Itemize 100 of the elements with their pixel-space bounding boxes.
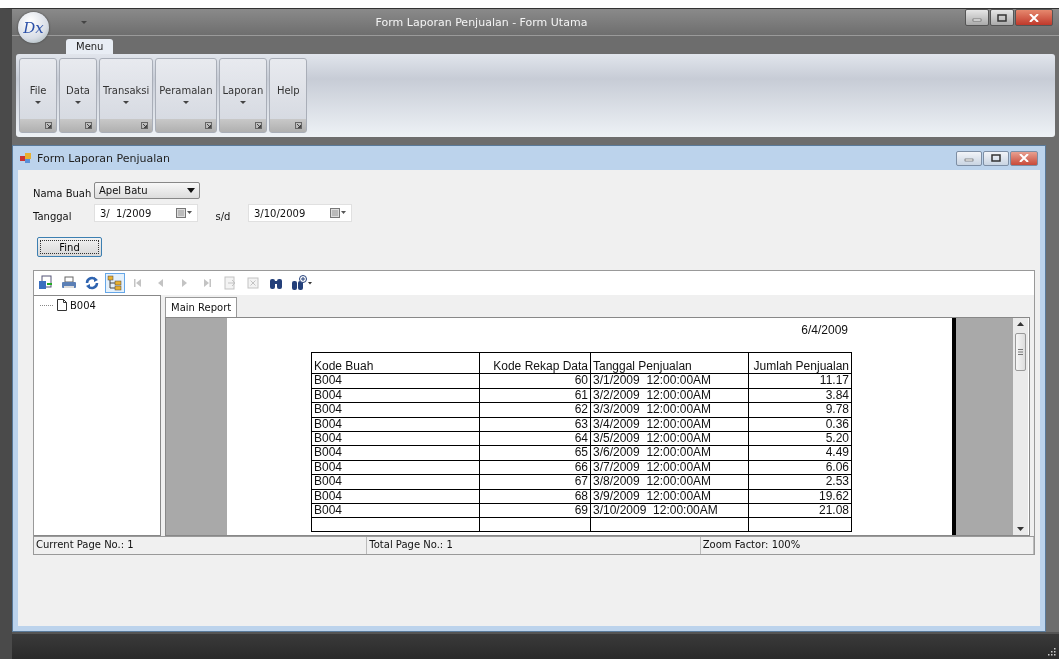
dropdown-arrow-icon — [187, 187, 195, 193]
find-button[interactable]: Find — [37, 237, 102, 257]
quick-access-caret-icon[interactable] — [80, 19, 88, 25]
table-cell: 21.08 — [748, 503, 852, 518]
dialog-launcher-icon[interactable] — [204, 122, 212, 129]
ribbon-group-label: Data — [66, 85, 90, 96]
group-tree-button[interactable] — [105, 273, 125, 293]
app-logo[interactable]: Dx — [18, 12, 49, 43]
scroll-up-icon[interactable] — [1017, 322, 1024, 326]
maximize-button[interactable] — [990, 9, 1014, 26]
ribbon-group[interactable]: Peramalan — [155, 58, 217, 133]
tree-line — [40, 303, 54, 307]
status-text: Current Page No.: 1 — [34, 537, 368, 554]
table-cell: 0.36 — [748, 417, 852, 432]
table-cell: 6.06 — [748, 460, 852, 475]
ribbon-group[interactable]: Data — [59, 58, 97, 133]
table-cell: B004 — [311, 431, 480, 446]
zoom-button[interactable] — [289, 273, 315, 293]
close-icon — [1029, 13, 1039, 22]
table-cell: 3/6/2009 12:00:00AM — [590, 445, 749, 461]
table-cell: 62 — [479, 402, 591, 418]
table-cell: 3/4/2009 12:00:00AM — [590, 417, 749, 432]
maximize-icon — [991, 154, 1001, 162]
table-cell: 66 — [479, 460, 591, 475]
table-cell: 3/5/2009 12:00:00AM — [590, 431, 749, 446]
child-window-title: Form Laporan Penjualan — [37, 151, 172, 165]
table-cell: 3.84 — [748, 388, 852, 403]
tree-item[interactable]: B004 — [70, 299, 96, 311]
zoom-icon — [291, 275, 313, 291]
dialog-launcher-icon[interactable] — [45, 122, 52, 129]
table-cell: 65 — [479, 445, 591, 461]
close-button[interactable] — [1010, 150, 1038, 166]
vertical-scrollbar[interactable] — [1013, 318, 1028, 535]
table-cell: B004 — [311, 489, 480, 504]
report-tab[interactable]: Main Report — [165, 297, 238, 317]
table-cell: 5.20 — [748, 431, 852, 446]
table-cell: 9.78 — [748, 402, 852, 418]
scroll-down-icon[interactable] — [1017, 527, 1024, 531]
column-header: Kode Rekap Data — [479, 352, 591, 374]
date-picker[interactable]: 3/ 1/2009 — [94, 204, 198, 222]
ribbon-tab[interactable]: Menu — [66, 39, 114, 54]
table-cell: B004 — [311, 402, 480, 418]
table-cell: 3/9/2009 12:00:00AM — [590, 489, 749, 504]
minimize-button[interactable] — [965, 9, 989, 26]
table-cell: B004 — [311, 388, 480, 403]
document-icon — [57, 299, 67, 311]
fruit-dropdown[interactable]: Apel Batu — [94, 181, 200, 199]
ribbon-group[interactable]: Help — [269, 58, 308, 133]
print-icon — [61, 275, 77, 291]
table-cell: 63 — [479, 417, 591, 432]
table-cell: 60 — [479, 373, 591, 389]
ribbon-group-label: Help — [276, 85, 300, 96]
ribbon-group[interactable]: Laporan — [218, 58, 268, 133]
dialog-launcher-icon[interactable] — [85, 122, 92, 129]
size-grip-icon[interactable] — [1047, 647, 1056, 656]
date-picker[interactable]: 3/10/2009 — [248, 204, 352, 222]
ribbon-group-label: Peramalan — [159, 85, 213, 96]
column-header: Tanggal Penjualan — [590, 352, 749, 374]
table-cell: 4.49 — [748, 445, 852, 461]
close-button[interactable] — [1015, 9, 1053, 26]
close-icon — [1019, 154, 1029, 162]
field-label: Tanggal — [33, 210, 73, 222]
table-cell: B004 — [311, 445, 480, 461]
status-text: Zoom Factor: 100% — [700, 537, 1034, 554]
table-cell: 3/2/2009 12:00:00AM — [590, 388, 749, 403]
dialog-launcher-icon[interactable] — [141, 122, 149, 129]
table-cell: 2.53 — [748, 474, 852, 490]
dialog-launcher-icon[interactable] — [295, 122, 303, 129]
ribbon-group[interactable]: File — [19, 58, 57, 133]
table-cell: 64 — [479, 431, 591, 446]
calendar-icon[interactable] — [330, 208, 346, 218]
table-cell: B004 — [311, 417, 480, 432]
table-cell: 61 — [479, 388, 591, 403]
window-title: Form Laporan Penjualan - Form Utama — [374, 15, 589, 29]
status-text: Total Page No.: 1 — [367, 537, 701, 554]
refresh-icon — [84, 275, 100, 291]
ribbon-group[interactable]: Transaksi — [99, 58, 154, 133]
ribbon-group-label: Transaksi — [103, 85, 150, 96]
table-cell: 69 — [479, 503, 591, 518]
export-icon — [38, 275, 54, 291]
go-to-page-icon — [222, 275, 238, 291]
table-cell: 3/1/2009 12:00:00AM — [590, 373, 749, 389]
maximize-icon — [997, 13, 1007, 22]
table-cell: B004 — [311, 460, 480, 475]
field-label: Nama Buah — [33, 187, 93, 199]
table-cell: 3/3/2009 12:00:00AM — [590, 402, 749, 418]
scroll-thumb[interactable] — [1015, 333, 1026, 371]
table-cell: B004 — [311, 474, 480, 490]
calendar-icon[interactable] — [176, 208, 192, 218]
column-header: Jumlah Penjualan — [748, 352, 852, 374]
dialog-launcher-icon[interactable] — [255, 122, 263, 129]
range-separator: s/d — [214, 210, 232, 222]
ribbon-group-label: File — [29, 85, 47, 96]
minimize-button[interactable] — [956, 150, 982, 166]
maximize-button[interactable] — [983, 150, 1009, 166]
table-cell: 19.62 — [748, 489, 852, 504]
ribbon-group-label: Laporan — [222, 85, 264, 96]
table-cell: B004 — [311, 503, 480, 518]
column-header: Kode Buah — [311, 352, 480, 374]
stop-icon — [245, 275, 261, 291]
